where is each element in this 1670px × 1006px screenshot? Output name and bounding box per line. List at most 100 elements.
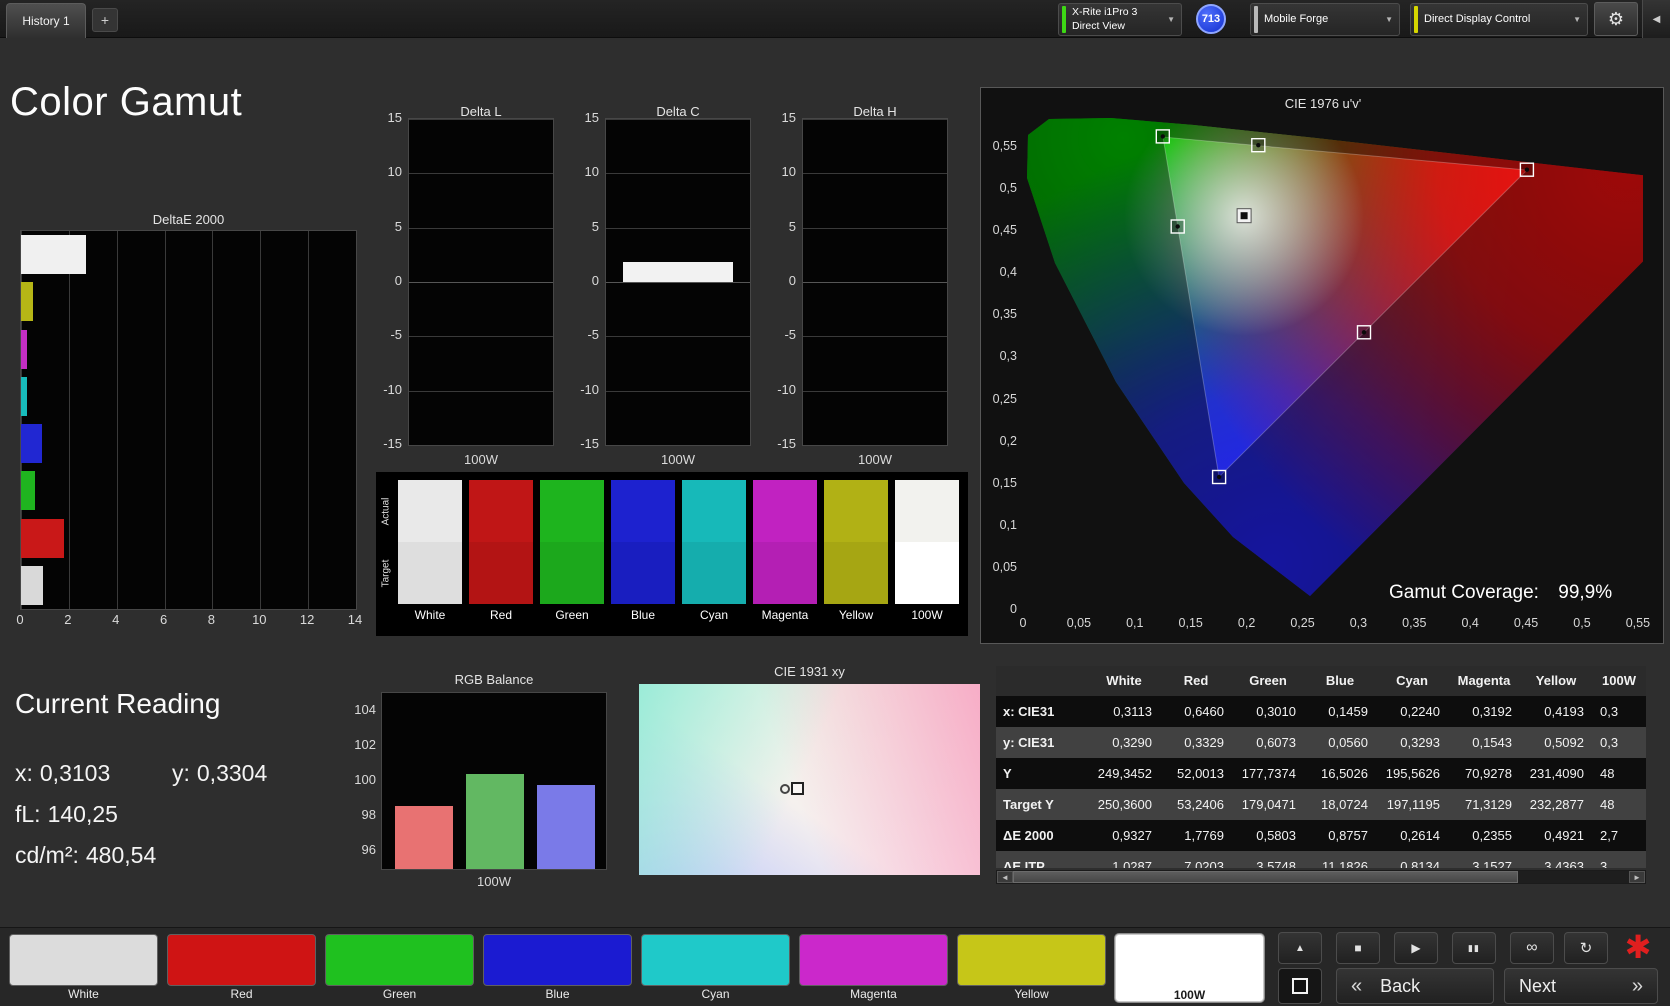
pattern-button-white[interactable]: White <box>9 934 158 1002</box>
swatch-green: Green <box>540 480 604 626</box>
pattern-button-100w[interactable]: 100W <box>1115 934 1264 1002</box>
deltae-bar-green <box>21 471 35 511</box>
pattern-swatch <box>9 934 158 986</box>
delta-h-plot <box>802 118 948 446</box>
display-control-dropdown[interactable]: Direct Display Control ▼ <box>1410 3 1588 36</box>
x-tick-label: 0,45 <box>1513 616 1539 630</box>
rgb-bar-red <box>395 805 453 869</box>
table-cell: 0,1543 <box>1448 727 1520 758</box>
gear-icon: ⚙ <box>1607 8 1625 29</box>
pattern-button-blue[interactable]: Blue <box>483 934 632 1002</box>
table-cell: 231,4090 <box>1520 758 1592 789</box>
pattern-button-green[interactable]: Green <box>325 934 474 1002</box>
chart-title: Delta C <box>656 104 700 119</box>
gridline <box>606 390 750 392</box>
meter-line2: Direct View <box>1072 19 1125 32</box>
continuous-read-button[interactable]: ∞ <box>1510 932 1554 964</box>
table-row-label: Target Y <box>996 789 1088 820</box>
table-header: Magenta <box>1448 666 1520 696</box>
swatch-target <box>895 542 959 604</box>
actual-target-swatch-strip: Actual Target White Red Green Blue Cyan Magen… <box>376 472 968 636</box>
x-tick-label: 0,5 <box>1573 616 1591 630</box>
gridline <box>409 119 553 120</box>
table-cell: 3,4363 <box>1520 851 1592 868</box>
collapse-panel-button[interactable]: ◀ <box>1642 0 1670 38</box>
gamut-coverage-value: 99,9% <box>1558 582 1613 603</box>
y-tick-label: 98 <box>361 807 376 823</box>
gridline <box>409 227 553 229</box>
y-label: y: <box>172 760 190 786</box>
delta-l-plot <box>408 118 554 446</box>
y-tick-label: 0 <box>394 273 402 288</box>
y-tick-label: -15 <box>580 436 599 451</box>
stop-button[interactable]: ■ <box>1336 932 1380 964</box>
table-cell: 0,8134 <box>1376 851 1448 868</box>
table-cell: 0,2614 <box>1376 820 1448 851</box>
gridline <box>803 227 947 229</box>
x-label: x: <box>15 760 33 786</box>
chart-title: Delta L <box>460 104 502 119</box>
add-tab-button[interactable]: + <box>92 8 118 32</box>
scroll-left-button[interactable]: ◄ <box>997 871 1013 883</box>
x-tick-label: 14 <box>347 612 363 627</box>
y-tick-label: 15 <box>584 110 599 125</box>
pattern-button-red[interactable]: Red <box>167 934 316 1002</box>
x-tick-label: 0,3 <box>1349 616 1368 630</box>
pattern-button-magenta[interactable]: Magenta <box>799 934 948 1002</box>
meter-count-badge: 713 <box>1196 4 1226 34</box>
scroll-track[interactable] <box>1013 871 1629 883</box>
chart-title: Delta H <box>853 104 897 119</box>
y-tick-label: -5 <box>587 327 599 343</box>
pattern-button-yellow[interactable]: Yellow <box>957 934 1106 1002</box>
y-tick-label: 15 <box>387 110 402 125</box>
delta-l-chart: Delta L 100W 15 10 5 0 -5 -10 -15 <box>362 96 554 482</box>
cie-1931-panel: CIE 1931 xy <box>639 664 980 876</box>
swatch-actual <box>611 480 675 542</box>
meter-dropdown[interactable]: X-Rite i1Pro 3 Direct View ▼ <box>1058 3 1182 36</box>
pattern-source-dropdown[interactable]: Mobile Forge ▼ <box>1250 3 1400 36</box>
refresh-button[interactable]: ↻ <box>1564 932 1608 964</box>
y-tick-label: 0,3 <box>999 349 1017 364</box>
pattern-label: Green <box>382 987 417 1001</box>
scroll-thumb[interactable] <box>1013 871 1519 883</box>
table-scrollbar[interactable]: ◄ ► <box>996 870 1646 884</box>
swatch-label: Blue <box>630 608 656 622</box>
back-label: Back <box>1380 975 1421 996</box>
table-cell: 70,9278 <box>1448 758 1520 789</box>
pattern-window-button[interactable] <box>1278 968 1322 1004</box>
y-tick-label: -15 <box>383 436 402 451</box>
tab-history-1[interactable]: History 1 <box>6 3 86 38</box>
plus-icon: + <box>100 12 110 28</box>
table-cell: 0,2355 <box>1448 820 1520 851</box>
table-cell: 0,3329 <box>1160 727 1232 758</box>
swatch-columns: White Red Green Blue Cyan Magenta Yellow 100W <box>398 480 959 626</box>
x-tick-label: 0,05 <box>1066 616 1092 630</box>
scroll-right-button[interactable]: ► <box>1629 871 1645 883</box>
pause-button[interactable]: ▮▮ <box>1452 932 1496 964</box>
settings-button[interactable]: ⚙ <box>1594 2 1638 36</box>
swatch-target <box>682 542 746 604</box>
play-button[interactable]: ▶ <box>1394 932 1438 964</box>
pattern-label: Magenta <box>850 987 897 1001</box>
table-row-label: Y <box>996 758 1088 789</box>
pattern-swatch <box>483 934 632 986</box>
table-row-label: ΔE 2000 <box>996 820 1088 851</box>
table-cell: 0,3113 <box>1088 696 1160 727</box>
delta-bar <box>623 262 733 282</box>
back-button[interactable]: « Back <box>1336 968 1494 1004</box>
calibration-asterisk-button[interactable]: ✱ <box>1618 930 1658 964</box>
pattern-button-cyan[interactable]: Cyan <box>641 934 790 1002</box>
pattern-label: Blue <box>545 987 570 1001</box>
next-button[interactable]: Next » <box>1504 968 1658 1004</box>
scroll-up-button[interactable]: ▲ <box>1278 932 1322 964</box>
table-cell: 48 <box>1592 758 1646 789</box>
swatch-red: Red <box>469 480 533 626</box>
pattern-swatch <box>325 934 474 986</box>
white-point-marker-center <box>1240 212 1248 220</box>
gridline <box>164 231 166 609</box>
y-tick-label: 0,15 <box>992 475 1017 490</box>
x-tick-label: 0,25 <box>1290 616 1315 630</box>
y-tick-label: 5 <box>788 218 796 234</box>
swatch-target <box>611 542 675 604</box>
reading-circle-marker <box>780 784 790 794</box>
